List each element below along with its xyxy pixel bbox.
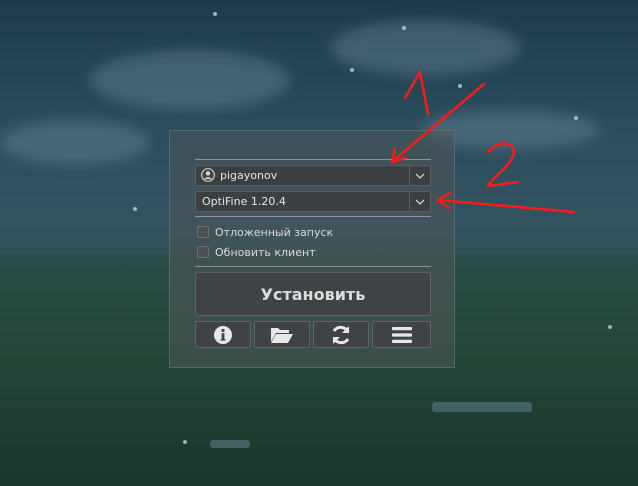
red-annotations <box>390 70 576 214</box>
annotation-digit-two-stroke <box>486 142 520 188</box>
annotation-arrow-2-line <box>436 198 576 214</box>
annotation-digit-one-stroke <box>403 70 430 116</box>
